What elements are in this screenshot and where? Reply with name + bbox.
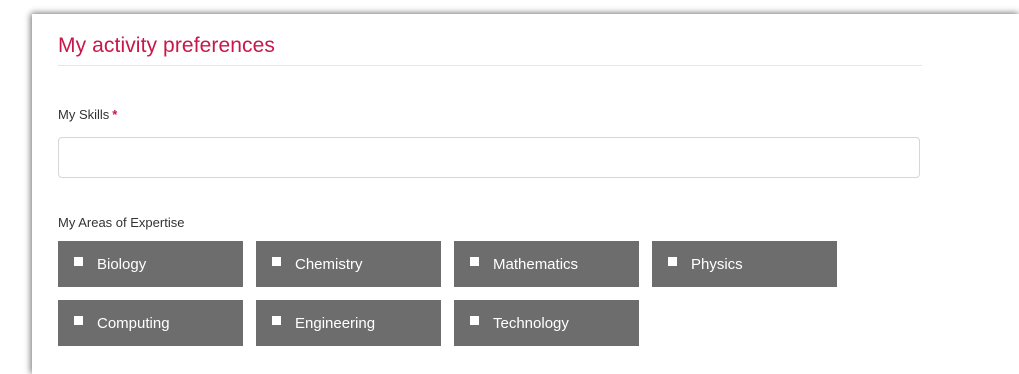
- skills-label-text: My Skills: [58, 107, 110, 122]
- expertise-option-label: Physics: [691, 255, 743, 273]
- expertise-label: My Areas of Expertise: [58, 215, 185, 230]
- expertise-option-label: Computing: [97, 314, 170, 332]
- checkbox-icon[interactable]: [668, 256, 677, 266]
- expertise-option-biology[interactable]: Biology: [58, 241, 243, 287]
- checkbox-icon[interactable]: [74, 315, 83, 325]
- expertise-option-chemistry[interactable]: Chemistry: [256, 241, 441, 287]
- expertise-option-label: Chemistry: [295, 255, 363, 273]
- skills-label: My Skills *: [58, 107, 117, 122]
- expertise-option-technology[interactable]: Technology: [454, 300, 639, 346]
- expertise-option-label: Engineering: [295, 314, 376, 332]
- expertise-option-label: Mathematics: [493, 255, 579, 273]
- expertise-option-engineering[interactable]: Engineering: [256, 300, 441, 346]
- expertise-option-physics[interactable]: Physics: [652, 241, 837, 287]
- checkbox-icon[interactable]: [74, 256, 83, 266]
- checkbox-icon[interactable]: [272, 315, 281, 325]
- expertise-option-label: Technology: [493, 314, 569, 332]
- section-title: My activity preferences: [58, 34, 276, 57]
- required-marker: *: [112, 107, 118, 122]
- expertise-option-mathematics[interactable]: Mathematics: [454, 241, 639, 287]
- checkbox-icon[interactable]: [470, 315, 479, 325]
- checkbox-icon[interactable]: [272, 256, 281, 266]
- skills-input[interactable]: [58, 137, 920, 178]
- checkbox-icon[interactable]: [470, 256, 479, 266]
- title-divider: [58, 65, 922, 66]
- expertise-option-computing[interactable]: Computing: [58, 300, 243, 346]
- activity-preferences-panel: My activity preferences My Skills * My Ar…: [32, 14, 1019, 374]
- expertise-option-label: Biology: [97, 255, 147, 273]
